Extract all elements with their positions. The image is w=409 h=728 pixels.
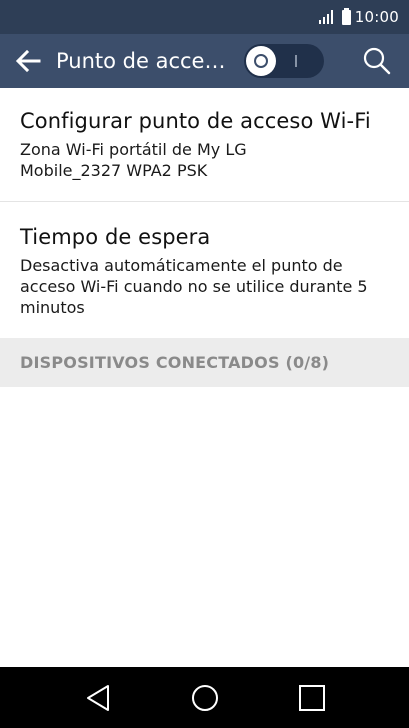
setting-title: Tiempo de espera bbox=[20, 225, 211, 249]
triangle-back-icon bbox=[86, 684, 109, 711]
nav-home-button[interactable] bbox=[175, 673, 235, 723]
circle-home-icon bbox=[191, 684, 218, 711]
setting-title: Configurar punto de acceso Wi-Fi bbox=[20, 109, 371, 133]
setting-configure-hotspot[interactable]: Configurar punto de acceso Wi-Fi Zona Wi… bbox=[0, 88, 409, 202]
toggle-on-mark bbox=[295, 55, 297, 67]
page-title: Punto de acceso Wi-Fi bbox=[56, 49, 234, 73]
nav-recents-button[interactable] bbox=[282, 673, 342, 723]
back-button[interactable] bbox=[0, 34, 56, 88]
hotspot-toggle[interactable] bbox=[244, 44, 324, 78]
signal-icon bbox=[318, 10, 333, 24]
section-header-connected-devices: DISPOSITIVOS CONECTADOS (0/8) bbox=[0, 338, 409, 387]
settings-list: Configurar punto de acceso Wi-Fi Zona Wi… bbox=[0, 88, 409, 338]
status-time: 10:00 bbox=[354, 8, 399, 26]
square-recents-icon bbox=[298, 684, 325, 711]
arrow-left-icon bbox=[15, 50, 41, 72]
action-bar: Punto de acceso Wi-Fi bbox=[0, 34, 409, 88]
battery-icon bbox=[341, 7, 351, 25]
toggle-knob bbox=[246, 46, 276, 76]
status-bar: 10:00 bbox=[0, 0, 409, 34]
setting-timeout[interactable]: Tiempo de espera Desactiva automáticamen… bbox=[0, 202, 409, 338]
navigation-bar bbox=[0, 667, 409, 728]
setting-summary: Desactiva automáticamente el punto de ac… bbox=[20, 256, 368, 317]
search-icon bbox=[363, 47, 391, 75]
setting-summary: Zona Wi-Fi portátil de My LG Mobile_2327… bbox=[20, 140, 247, 180]
toggle-off-icon bbox=[254, 54, 268, 68]
search-button[interactable] bbox=[359, 43, 395, 79]
nav-back-button[interactable] bbox=[68, 673, 128, 723]
section-label: DISPOSITIVOS CONECTADOS (0/8) bbox=[20, 353, 330, 372]
